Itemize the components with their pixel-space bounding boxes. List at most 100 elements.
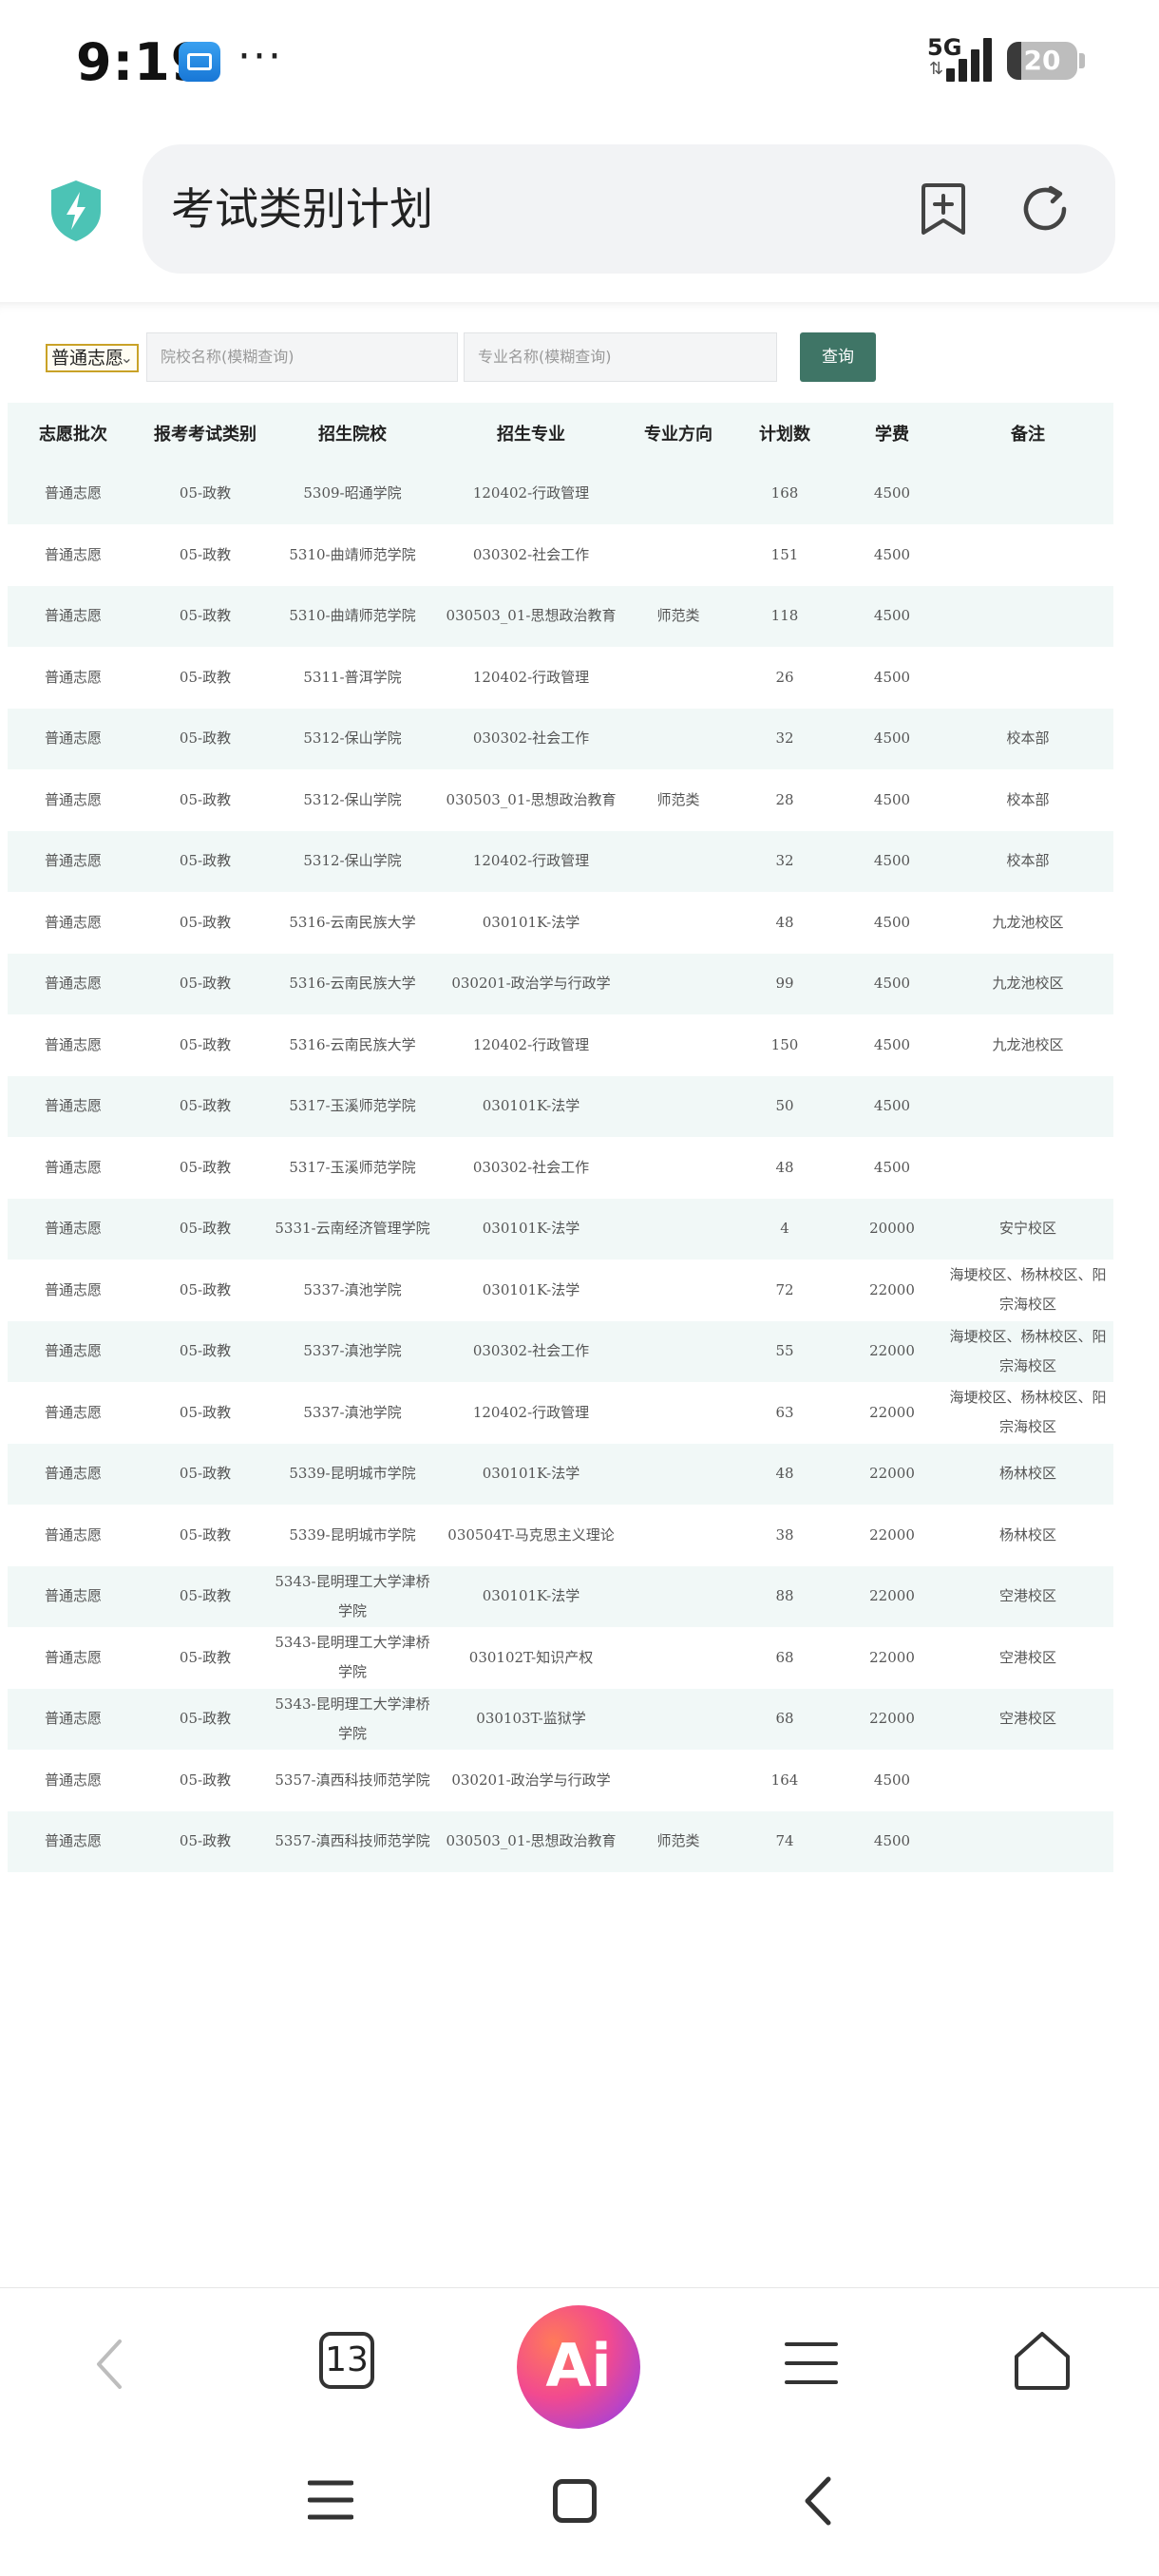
query-button[interactable]: 查询 — [800, 332, 876, 382]
cell-exam-category: 05-政教 — [139, 524, 272, 586]
cell-exam-category: 05-政教 — [139, 1505, 272, 1566]
cell-batch: 普通志愿 — [8, 953, 139, 1015]
table-row: 普通志愿 05-政教 5339-昆明城市学院 030504T-马克思主义理论 38 220… — [8, 1505, 1113, 1566]
add-bookmark-icon[interactable] — [918, 182, 969, 236]
cell-major: 030503_01-思想政治教育 — [433, 585, 629, 648]
table-row: 普通志愿 05-政教 5317-玉溪师范学院 030101K-法学 50 4500 — [8, 1075, 1113, 1138]
table-row: 普通志愿 05-政教 5343-昆明理工大学津桥学院 030102T-知识产权 68 22… — [8, 1627, 1113, 1689]
cell-remark: 空港校区 — [942, 1627, 1113, 1689]
cell-batch: 普通志愿 — [8, 1075, 139, 1138]
cell-plan-count: 99 — [728, 953, 842, 1015]
cell-exam-category: 05-政教 — [139, 1320, 272, 1383]
home-icon[interactable] — [1013, 2330, 1072, 2391]
cell-major: 030101K-法学 — [433, 1260, 629, 1321]
cell-plan-count: 28 — [728, 769, 842, 831]
column-header: 报考考试类别 — [139, 403, 272, 464]
cell-direction — [629, 708, 728, 770]
cell-school: 5309-昭通学院 — [272, 464, 433, 525]
cell-exam-category: 05-政教 — [139, 769, 272, 831]
cell-tuition: 22000 — [842, 1443, 942, 1506]
cell-exam-category: 05-政教 — [139, 1565, 272, 1628]
cell-batch: 普通志愿 — [8, 892, 139, 954]
cell-major: 120402-行政管理 — [433, 464, 629, 525]
cell-remark: 校本部 — [942, 708, 1113, 770]
system-back-icon[interactable] — [804, 2475, 832, 2527]
tab-count-button[interactable]: 13 — [319, 2332, 374, 2389]
table-row: 普通志愿 05-政教 5316-云南民族大学 030101K-法学 48 4500 九龙池校… — [8, 892, 1113, 954]
data-transfer-icon: ⇅ — [929, 59, 944, 79]
cell-batch: 普通志愿 — [8, 1810, 139, 1873]
enrollment-plan-table: 志愿批次 报考考试类别 招生院校 招生专业 专业方向 计划数 学费 备注 普通志愿 05-政教 5… — [8, 403, 1113, 1873]
menu-icon[interactable] — [785, 2339, 838, 2387]
table-row: 普通志愿 05-政教 5316-云南民族大学 030201-政治学与行政学 99 4500… — [8, 953, 1113, 1015]
cell-school: 5311-普洱学院 — [272, 647, 433, 709]
table-row: 普通志愿 05-政教 5312-保山学院 030302-社会工作 32 4500 校本部 — [8, 708, 1113, 770]
table-row: 普通志愿 05-政教 5309-昭通学院 120402-行政管理 168 4500 — [8, 464, 1113, 525]
cell-direction — [629, 1565, 728, 1628]
cell-plan-count: 63 — [728, 1382, 842, 1444]
cell-batch: 普通志愿 — [8, 1137, 139, 1199]
browser-header: 考试类别计划 — [0, 123, 1159, 304]
cell-direction — [629, 1627, 728, 1689]
cell-direction — [629, 953, 728, 1015]
cell-direction — [629, 1198, 728, 1260]
ai-assistant-button[interactable]: Ai — [517, 2305, 640, 2429]
major-name-input[interactable]: 专业名称(模糊查询) — [464, 332, 777, 382]
batch-select-value: 普通志愿 — [51, 348, 124, 369]
cell-remark — [942, 647, 1113, 709]
cell-batch: 普通志愿 — [8, 1565, 139, 1628]
cell-remark: 海埂校区、杨林校区、阳宗海校区 — [942, 1320, 1113, 1383]
table-row: 普通志愿 05-政教 5357-滇西科技师范学院 030201-政治学与行政学 164 4… — [8, 1750, 1113, 1811]
cell-exam-category: 05-政教 — [139, 1382, 272, 1444]
cell-school: 5310-曲靖师范学院 — [272, 524, 433, 586]
cell-major: 030101K-法学 — [433, 1565, 629, 1628]
browser-toolbar: 13 Ai — [0, 2287, 1159, 2429]
cell-tuition: 22000 — [842, 1505, 942, 1566]
cell-batch: 普通志愿 — [8, 1688, 139, 1751]
school-name-input[interactable]: 院校名称(模糊查询) — [146, 332, 458, 382]
cell-major: 030503_01-思想政治教育 — [433, 1810, 629, 1873]
system-home-icon[interactable] — [553, 2479, 597, 2523]
cell-direction — [629, 647, 728, 709]
cell-remark: 九龙池校区 — [942, 892, 1113, 954]
cell-major: 030102T-知识产权 — [433, 1627, 629, 1689]
table-row: 普通志愿 05-政教 5343-昆明理工大学津桥学院 030103T-监狱学 68 220… — [8, 1688, 1113, 1751]
column-header: 计划数 — [728, 403, 842, 464]
cell-tuition: 4500 — [842, 464, 942, 525]
cell-remark: 海埂校区、杨林校区、阳宗海校区 — [942, 1382, 1113, 1444]
table-row: 普通志愿 05-政教 5310-曲靖师范学院 030302-社会工作 151 4500 — [8, 524, 1113, 586]
cell-school: 5312-保山学院 — [272, 830, 433, 893]
back-arrow-icon[interactable] — [91, 2336, 129, 2393]
cell-major: 030201-政治学与行政学 — [433, 1750, 629, 1811]
cell-school: 5312-保山学院 — [272, 708, 433, 770]
table-row: 普通志愿 05-政教 5312-保山学院 120402-行政管理 32 4500 校本部 — [8, 830, 1113, 893]
cell-direction — [629, 1382, 728, 1444]
cell-plan-count: 32 — [728, 830, 842, 893]
column-header: 志愿批次 — [8, 403, 139, 464]
address-bar[interactable]: 考试类别计划 — [142, 144, 1115, 274]
cell-school: 5337-滇池学院 — [272, 1320, 433, 1383]
cell-exam-category: 05-政教 — [139, 1260, 272, 1321]
cell-school: 5317-玉溪师范学院 — [272, 1075, 433, 1138]
cell-remark: 校本部 — [942, 830, 1113, 893]
cell-tuition: 4500 — [842, 953, 942, 1015]
recent-apps-icon[interactable] — [308, 2479, 353, 2521]
cell-exam-category: 05-政教 — [139, 647, 272, 709]
table-row: 普通志愿 05-政教 5316-云南民族大学 120402-行政管理 150 4500 九龙… — [8, 1014, 1113, 1076]
cell-plan-count: 50 — [728, 1075, 842, 1138]
cell-major: 030302-社会工作 — [433, 1320, 629, 1383]
cell-direction: 师范类 — [629, 585, 728, 648]
cell-school: 5357-滇西科技师范学院 — [272, 1810, 433, 1873]
cell-remark: 海埂校区、杨林校区、阳宗海校区 — [942, 1260, 1113, 1321]
cell-school: 5343-昆明理工大学津桥学院 — [272, 1627, 433, 1689]
cell-remark: 空港校区 — [942, 1688, 1113, 1751]
shield-security-icon[interactable] — [48, 179, 104, 243]
cell-plan-count: 55 — [728, 1320, 842, 1383]
cell-school: 5357-滇西科技师范学院 — [272, 1750, 433, 1811]
reload-icon[interactable] — [1016, 180, 1074, 237]
cell-batch: 普通志愿 — [8, 1505, 139, 1566]
column-header: 专业方向 — [629, 403, 728, 464]
cell-plan-count: 68 — [728, 1688, 842, 1751]
cell-batch: 普通志愿 — [8, 1382, 139, 1444]
batch-select[interactable]: 普通志愿 ⌄ — [46, 344, 139, 372]
